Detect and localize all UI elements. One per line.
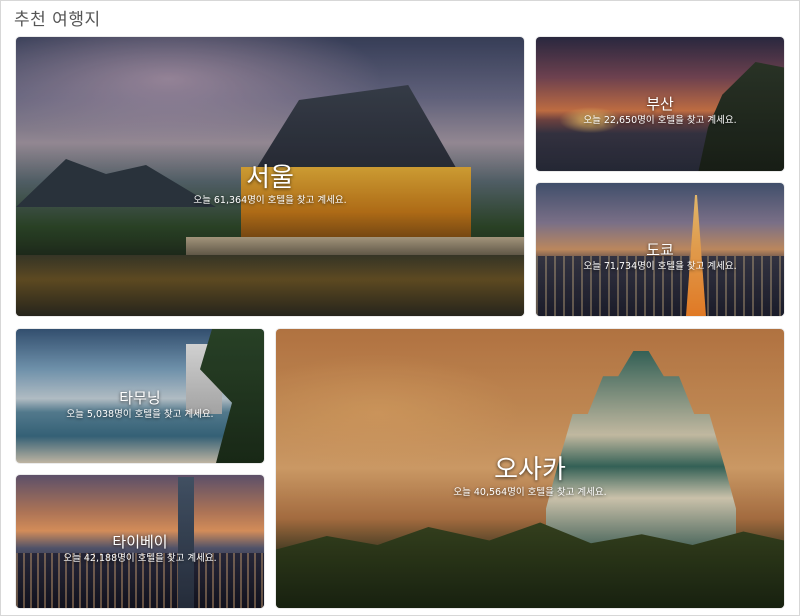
destination-search-count: 오늘 61,364명이 호텔을 찾고 계세요. [193, 195, 347, 206]
section-title: 추천 여행지 [14, 10, 101, 30]
destination-card-tokyo[interactable]: 도쿄 오늘 71,734명이 호텔을 찾고 계세요. [536, 183, 784, 316]
destination-city-name: 타이베이 [112, 533, 168, 551]
destination-card-busan[interactable]: 부산 오늘 22,650명이 호텔을 찾고 계세요. [536, 37, 784, 171]
destination-city-name: 서울 [246, 163, 294, 193]
destination-card-osaka[interactable]: 오사카 오늘 40,564명이 호텔을 찾고 계세요. [276, 329, 784, 608]
destination-card-seoul[interactable]: 서울 오늘 61,364명이 호텔을 찾고 계세요. [16, 37, 524, 316]
destination-city-name: 도쿄 [646, 241, 674, 259]
destination-city-name: 오사카 [494, 455, 566, 485]
destination-card-tamuning[interactable]: 타무닝 오늘 5,038명이 호텔을 찾고 계세요. [16, 329, 264, 463]
destination-search-count: 오늘 22,650명이 호텔을 찾고 계세요. [583, 115, 737, 126]
destination-search-count: 오늘 71,734명이 호텔을 찾고 계세요. [583, 261, 737, 272]
destination-city-name: 타무닝 [119, 389, 161, 407]
recommended-destinations-panel: 추천 여행지 서울 오늘 61,364명이 호텔을 찾고 계세요. 부산 오늘 … [0, 0, 800, 616]
destination-search-count: 오늘 42,188명이 호텔을 찾고 계세요. [63, 553, 217, 564]
destination-card-taipei[interactable]: 타이베이 오늘 42,188명이 호텔을 찾고 계세요. [16, 475, 264, 608]
destination-search-count: 오늘 5,038명이 호텔을 찾고 계세요. [66, 409, 214, 420]
destination-search-count: 오늘 40,564명이 호텔을 찾고 계세요. [453, 487, 607, 498]
destination-city-name: 부산 [646, 95, 674, 113]
